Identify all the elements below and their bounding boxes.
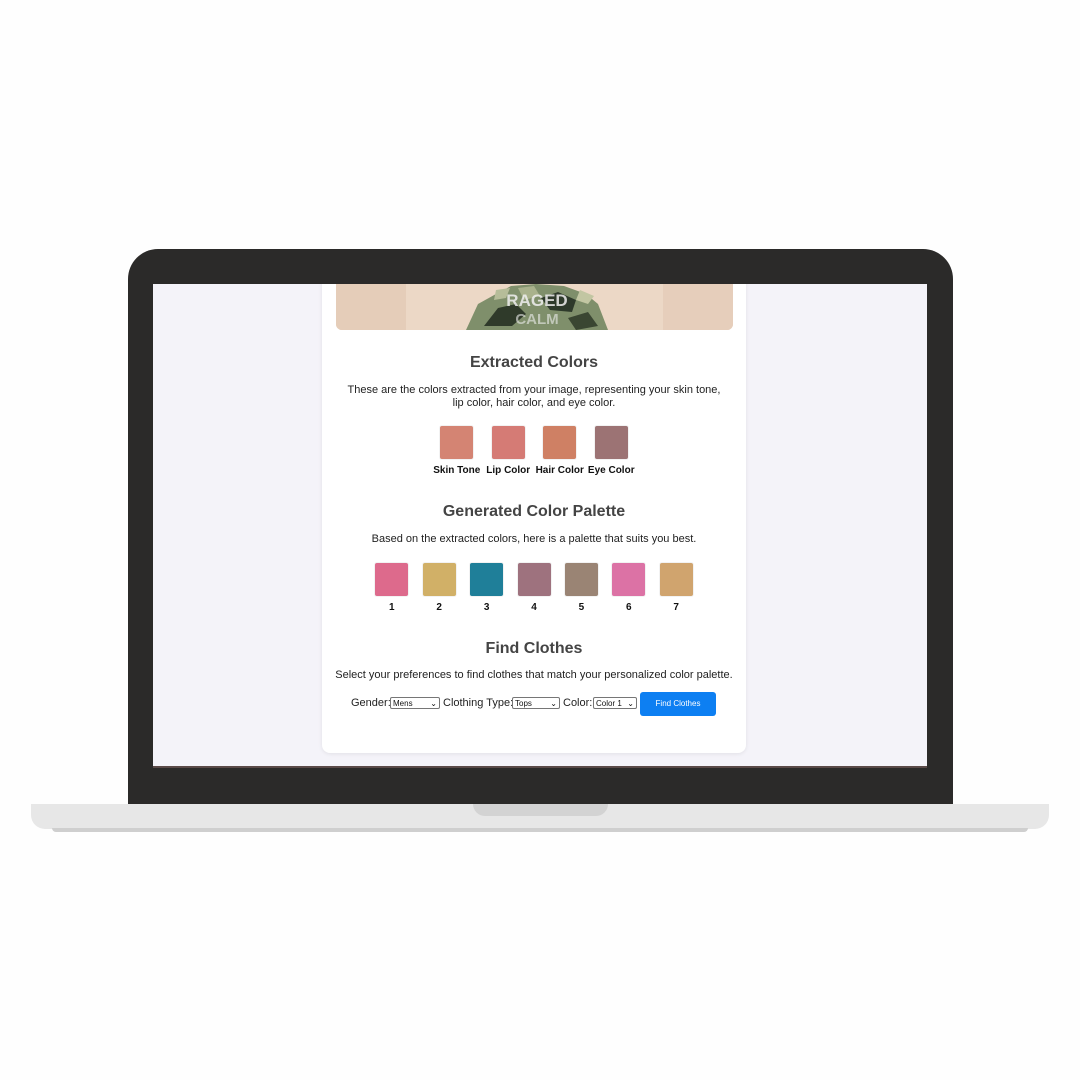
extracted-color-label: Hair Color [535,465,584,476]
chevron-down-icon: ⌄ [627,699,634,708]
extracted-color-label: Eye Color [587,465,635,476]
palette-color-item: 3 [461,563,513,613]
extracted-colors-description: These are the colors extracted from your… [347,384,721,409]
shirt-text-line2: CALM [515,311,558,328]
extracted-color-item: Eye Color [585,426,637,476]
extracted-color-item: Skin Tone [431,426,483,476]
laptop-screen: RAGED CALM Extracted Colors These are th… [153,284,927,768]
find-clothes-button[interactable]: Find Clothes [640,692,716,716]
palette-color-swatch [517,563,551,596]
palette-color-item: 1 [366,563,418,613]
extracted-color-swatch [491,426,525,459]
palette-color-swatch [470,563,504,596]
color-label: Color: [563,697,593,709]
palette-color-swatch [422,563,456,596]
uploaded-photo: RAGED CALM [336,284,733,330]
find-clothes-form: Gender: Mens ⌄ Clothing Type: Tops ⌄ Col… [322,692,746,716]
extracted-color-item: Lip Color [482,426,534,476]
palette-color-label: 1 [389,602,395,613]
palette-color-item: 4 [508,563,560,613]
color-value: Color 1 [596,699,622,708]
chevron-down-icon: ⌄ [550,699,557,708]
palette-color-label: 7 [673,602,679,613]
palette-color-label: 2 [436,602,442,613]
palette-color-label: 3 [483,602,490,613]
gender-value: Mens [393,699,413,708]
gender-label: Gender: [351,697,391,709]
laptop-notch [473,804,608,816]
palette-color-swatch [564,563,598,596]
palette-color-label: 6 [626,602,632,613]
results-card: RAGED CALM Extracted Colors These are th… [322,284,746,753]
palette-title: Generated Color Palette [442,503,626,520]
photo-image: RAGED CALM [336,284,733,330]
palette-color-label: 5 [578,602,585,613]
extracted-color-label: Skin Tone [433,465,481,476]
chevron-down-icon: ⌄ [430,699,437,708]
shirt-text-line1: RAGED [506,291,567,310]
palette-color-label: 4 [531,602,537,613]
find-clothes-description: Select your preferences to find clothes … [335,669,733,681]
clothing-type-label: Clothing Type: [443,697,514,709]
find-clothes-title: Find Clothes [485,640,583,657]
palette-color-swatch [612,563,646,596]
laptop-base-shadow [52,828,1028,832]
extracted-color-swatch [543,426,577,459]
palette-color-item: 2 [413,563,465,613]
extracted-color-swatch [594,426,628,459]
clothing-type-select[interactable]: Tops ⌄ [512,697,560,709]
gender-select[interactable]: Mens ⌄ [390,697,440,709]
extracted-color-label: Lip Color [486,465,531,476]
extracted-color-item: Hair Color [534,426,586,476]
palette-color-item: 6 [603,563,655,613]
palette-color-item: 5 [555,563,607,613]
palette-color-item: 7 [650,563,702,613]
extracted-colors-title: Extracted Colors [469,354,599,371]
palette-color-swatch [659,563,693,596]
clothing-type-value: Tops [515,699,532,708]
color-select[interactable]: Color 1 ⌄ [593,697,637,709]
palette-description: Based on the extracted colors, here is a… [371,533,697,545]
palette-color-swatch [375,563,409,596]
extracted-color-swatch [440,426,474,459]
